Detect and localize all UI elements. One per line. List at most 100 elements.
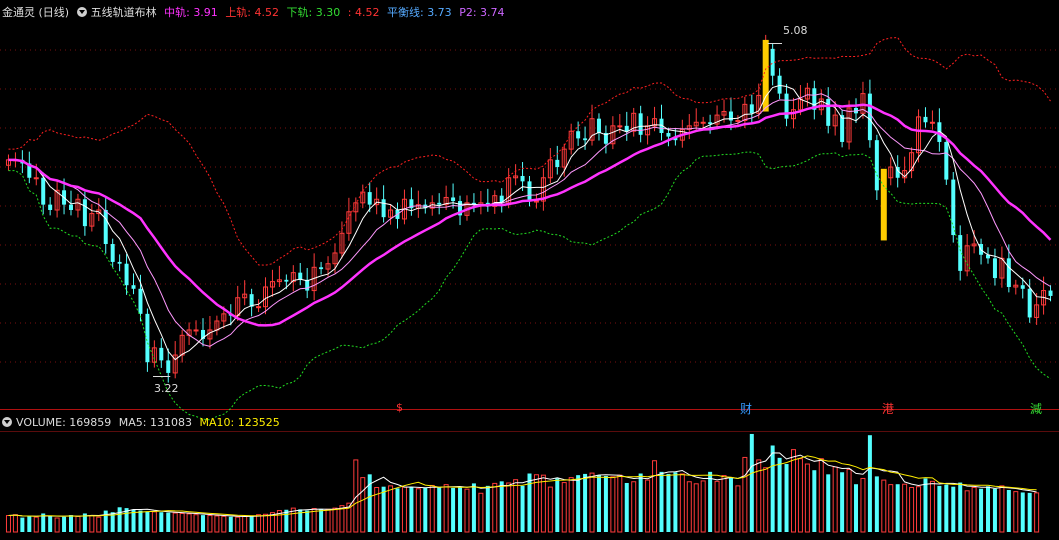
volume-bar-60: [423, 487, 428, 532]
volume-bar-34: [242, 515, 248, 533]
candle-body-111: [777, 75, 782, 94]
volume-bar-96: [673, 472, 678, 532]
upper-label: 上轨:: [225, 6, 252, 19]
volume-bar-46: [325, 508, 331, 533]
candle-body-105: [735, 119, 741, 122]
candle-body-54: [381, 199, 386, 218]
candle-body-35: [249, 294, 254, 307]
candle-body-74: [520, 175, 525, 182]
volume-chevron-icon[interactable]: [2, 417, 12, 427]
low-annotation: 3.22: [154, 382, 179, 395]
volume-bar-72: [506, 482, 512, 533]
volume-bar-19: [138, 510, 143, 532]
event-marker-reduce[interactable]: 減: [1030, 400, 1042, 417]
volume-bar-6: [48, 515, 53, 532]
volume-bar-110: [770, 445, 775, 532]
candle-body-124: [867, 93, 872, 141]
mid-label: 中轨:: [164, 6, 190, 19]
mid-rail-line: [8, 103, 1052, 327]
volume-bar-97: [679, 473, 685, 533]
volume-bar-36: [256, 514, 262, 533]
volume-bar-76: [533, 474, 539, 533]
volume-bar-82: [576, 475, 581, 532]
volume-bar-30: [214, 515, 220, 533]
volume-bar-133: [929, 480, 935, 533]
volume-bar-81: [568, 477, 574, 533]
event-marker-finance[interactable]: 财: [740, 400, 752, 417]
chart-stage: { "header": { "title": "金通灵 (日线)", "indi…: [0, 0, 1059, 540]
indicator-name[interactable]: 五线轨道布林: [91, 6, 157, 19]
candle-body-83: [583, 138, 588, 141]
candle-body-125: [874, 140, 879, 191]
settings-chevron-icon[interactable]: [76, 7, 87, 17]
mid-value: 3.91: [193, 6, 218, 19]
volume-bar-125: [874, 476, 879, 532]
upper-rail-line: [8, 36, 1051, 266]
volume-bar-95: [666, 473, 671, 532]
volume-bar-118: [826, 474, 831, 532]
candle-body-40: [284, 279, 289, 282]
volume-bar-21: [151, 511, 157, 533]
ma10-label: MA10:: [199, 416, 235, 429]
candle-body-75: [527, 181, 532, 202]
balance-line: [8, 84, 1051, 361]
volume-bar-105: [735, 485, 741, 533]
volume-bar-32: [228, 516, 233, 532]
volume-bar-74: [520, 485, 525, 532]
event-marker-dollar[interactable]: $: [396, 401, 403, 414]
volume-bar-127: [888, 484, 894, 533]
volume-bar-13: [96, 516, 102, 533]
volume-bar-112: [784, 464, 789, 532]
volume-bar-64: [451, 487, 456, 532]
candle-body-15: [110, 244, 115, 262]
volume-bar-54: [381, 486, 386, 532]
volume-bar-106: [742, 456, 748, 533]
volume-bar-116: [812, 470, 817, 532]
volume-bar-45: [319, 508, 324, 532]
candle-body-142: [992, 258, 997, 279]
event-marker-hk[interactable]: 港: [882, 400, 894, 417]
volume-bar-140: [979, 488, 984, 532]
candle-body-144: [1006, 258, 1011, 287]
volume-bar-93: [652, 460, 658, 533]
candle-body-20: [145, 313, 150, 363]
candle-body-100: [700, 121, 706, 124]
volume-bar-88: [617, 474, 623, 533]
candle-body-19: [138, 288, 143, 314]
volume-bar-121: [846, 468, 852, 533]
candle-body-52: [367, 192, 372, 205]
volume-bar-89: [624, 482, 629, 532]
balance-value: 3.73: [427, 6, 452, 19]
volume-bar-27: [193, 514, 199, 533]
p2-line: [8, 93, 1051, 347]
volume-bar-1: [12, 514, 18, 533]
candle-body-120: [840, 115, 845, 142]
volume-bar-91: [638, 473, 643, 532]
candle-body-36: [256, 306, 262, 309]
candle-body-64: [451, 197, 456, 202]
volume-bar-62: [437, 487, 442, 532]
volume-bar-85: [596, 475, 601, 532]
volume-bar-14: [103, 510, 108, 532]
volume-value: 169859: [69, 416, 112, 429]
volume-bar-56: [395, 488, 400, 532]
volume-bar-75: [527, 473, 532, 532]
volume-bar-147: [1027, 492, 1032, 532]
volume-bar-113: [790, 449, 796, 533]
volume-bar-92: [645, 479, 651, 533]
volume-bar-143: [999, 485, 1005, 533]
volume-bar-58: [409, 487, 414, 532]
volume-bar-78: [547, 486, 553, 533]
volume-bar-142: [992, 488, 997, 532]
candle-body-107: [749, 104, 754, 114]
ma5-label: MA5:: [118, 416, 147, 429]
candle-body-88: [617, 125, 623, 128]
volume-bar-136: [951, 486, 956, 532]
volume-bar-33: [235, 516, 241, 533]
volume-bar-47: [332, 507, 338, 533]
volume-bar-68: [478, 492, 484, 533]
candle-body-118: [826, 98, 831, 126]
volume-bar-109: [763, 467, 769, 533]
candlestick-chart: [0, 34, 1059, 533]
volume-bar-79: [555, 478, 560, 532]
